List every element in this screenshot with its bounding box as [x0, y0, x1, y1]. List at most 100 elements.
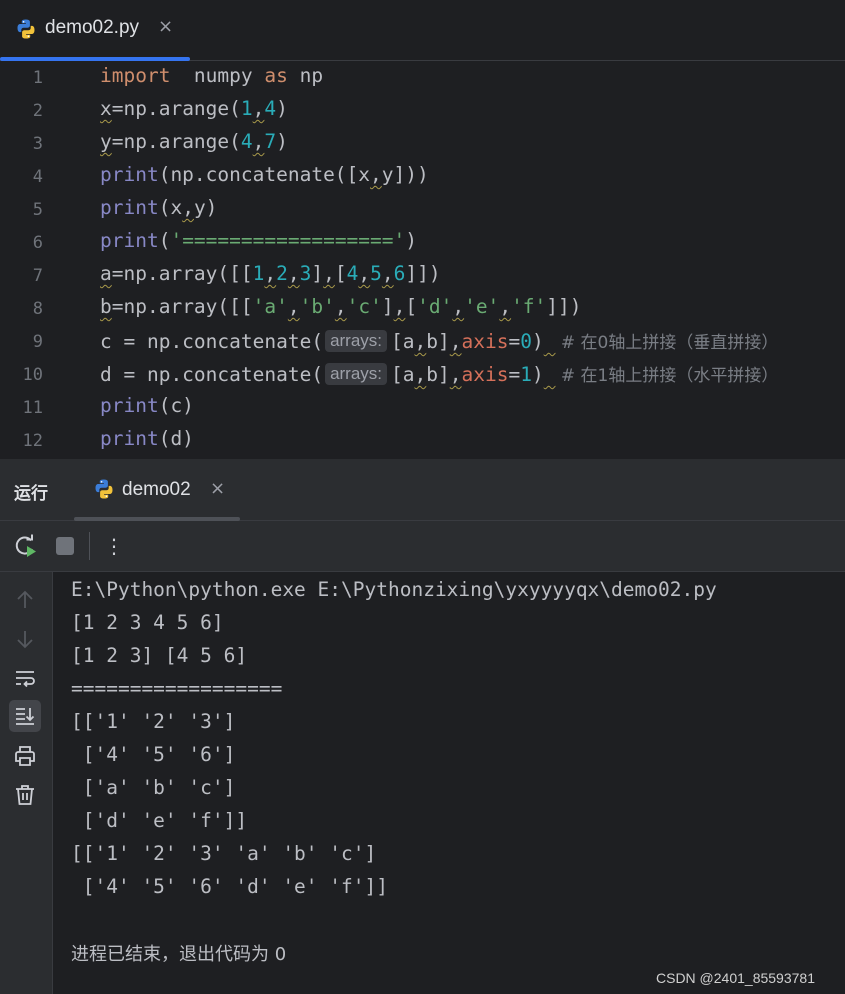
code-comment: # 在0轴上拼接（垂直拼接）: [555, 333, 779, 353]
console-line: ['4' '5' '6' 'd' 'e' 'f']]: [71, 875, 388, 898]
code-text: print(np.concatenate([x,y])): [100, 163, 429, 186]
toolbar-divider: [89, 532, 90, 560]
code-token: print: [100, 229, 159, 252]
console-line: [1 2 3 4 5 6]: [71, 611, 224, 634]
code-token: '==================': [170, 229, 406, 252]
code-token: axis: [461, 363, 509, 386]
code-token: np: [287, 64, 324, 87]
code-comment: # 在1轴上拼接（水平拼接）: [555, 366, 779, 386]
line-number: 10: [22, 365, 43, 385]
code-text: import numpy as np: [100, 64, 323, 87]
code-token: d = np.concatenate(: [100, 363, 324, 386]
line-number: 8: [32, 299, 43, 319]
console-line: [['1' '2' '3' 'a' 'b' 'c']: [71, 842, 377, 865]
code-line[interactable]: 1 import numpy as np: [0, 61, 845, 94]
code-token: [a: [391, 330, 415, 353]
code-line[interactable]: 3 y=np.arange(4,7): [0, 127, 845, 160]
line-number: 9: [32, 332, 43, 352]
code-token: numpy: [170, 64, 265, 87]
rerun-icon[interactable]: [12, 533, 38, 559]
code-token: ): [531, 363, 544, 386]
console-line: ==================: [71, 677, 283, 700]
code-token: ,: [182, 196, 194, 219]
code-token: 3: [299, 262, 312, 285]
code-token: x: [100, 97, 112, 120]
code-line[interactable]: 9 c = np.concatenate(arrays: [a,b],axis=0)…: [0, 325, 845, 358]
code-token: ): [531, 330, 544, 353]
line-number: 3: [32, 134, 43, 154]
code-editor[interactable]: 1 import numpy as np 2 x=np.arange(1,4) 3 y=n…: [0, 61, 845, 459]
code-token: (d): [158, 427, 194, 450]
scroll-to-end-icon[interactable]: [9, 700, 41, 732]
code-token: b]: [426, 363, 450, 386]
code-token: 'b': [299, 295, 335, 318]
line-number: 7: [32, 266, 43, 286]
line-number: 2: [32, 101, 43, 121]
arrow-up-icon[interactable]: [9, 584, 41, 616]
run-panel-header: 运行 demo02 ×: [0, 459, 845, 521]
code-token: print: [100, 427, 159, 450]
code-line[interactable]: 6 print('=================='): [0, 226, 845, 259]
stop-icon[interactable]: [53, 533, 79, 559]
code-token: y])): [381, 163, 429, 186]
code-text: print('=================='): [100, 229, 417, 252]
code-line[interactable]: 12 print(d): [0, 424, 845, 457]
code-line[interactable]: 7 a=np.array([[1,2,3],[4,5,6]]): [0, 259, 845, 292]
python-file-icon: [17, 19, 35, 39]
code-token: ,: [499, 295, 512, 318]
code-token: print: [100, 196, 159, 219]
code-token: =np.arange(: [111, 130, 241, 153]
line-number: 12: [22, 431, 43, 451]
code-token: ,: [252, 130, 265, 153]
soft-wrap-icon[interactable]: [9, 663, 41, 695]
code-token: print: [100, 163, 159, 186]
code-token: (np.concatenate([x: [158, 163, 371, 186]
code-text: c = np.concatenate(arrays: [a,b],axis=0) …: [100, 328, 778, 354]
code-token: ]]): [405, 262, 441, 285]
code-token: 'e': [464, 295, 500, 318]
code-token: 5: [370, 262, 382, 285]
trash-icon[interactable]: [9, 779, 41, 811]
run-tab-title: demo02: [122, 479, 191, 500]
code-token: 7: [264, 130, 277, 153]
editor-tab-demo02[interactable]: demo02.py ×: [0, 0, 190, 61]
code-line[interactable]: 4 print(np.concatenate([x,y])): [0, 160, 845, 193]
code-token: (: [158, 229, 171, 252]
code-token: ,: [252, 97, 265, 120]
code-token: 6: [393, 262, 406, 285]
code-token: b: [100, 295, 112, 318]
line-number: 1: [32, 68, 43, 88]
line-number: 6: [32, 233, 43, 253]
code-token: 4: [264, 97, 277, 120]
code-token: =np.array([[: [111, 262, 253, 285]
code-text: y=np.arange(4,7): [100, 130, 288, 153]
watermark: CSDN @2401_85593781: [656, 970, 815, 986]
code-token: 0: [520, 330, 532, 353]
parameter-hint: arrays:: [325, 363, 388, 385]
code-token: axis: [461, 330, 509, 353]
console-line: [1 2 3] [4 5 6]: [71, 644, 248, 667]
arrow-down-icon[interactable]: [9, 623, 41, 655]
line-number: 11: [22, 398, 43, 418]
close-icon[interactable]: ×: [158, 16, 173, 37]
more-options-icon[interactable]: ⋮: [101, 533, 127, 559]
code-token: =: [508, 363, 521, 386]
code-token: y): [193, 196, 218, 219]
code-line[interactable]: 11 print(c): [0, 391, 845, 424]
code-text: x=np.arange(1,4): [100, 97, 288, 120]
code-line[interactable]: 5 print(x,y): [0, 193, 845, 226]
code-text: b=np.array([['a','b','c'],['d','e','f']]…: [100, 295, 582, 318]
code-token: ,: [449, 330, 462, 353]
run-tab-demo02[interactable]: demo02 ×: [74, 459, 240, 521]
code-line[interactable]: 8 b=np.array([['a','b','c'],['d','e','f']…: [0, 292, 845, 325]
close-icon[interactable]: ×: [210, 478, 225, 499]
console-output[interactable]: ['4' '5' '6' 'd' 'e' 'f']] [['1' '2' '3' …: [53, 572, 845, 994]
code-line[interactable]: 2 x=np.arange(1,4): [0, 94, 845, 127]
code-token: 1: [252, 262, 265, 285]
code-token: 'd': [417, 295, 453, 318]
print-icon[interactable]: [9, 740, 41, 772]
console-line: E:\Python\python.exe E:\Pythonzixing\yxy…: [71, 578, 717, 601]
code-line[interactable]: 10 d = np.concatenate(arrays: [a,b],axis=1…: [0, 358, 845, 391]
console-line: [['1' '2' '3']: [71, 710, 236, 733]
code-token: ]: [311, 262, 324, 285]
